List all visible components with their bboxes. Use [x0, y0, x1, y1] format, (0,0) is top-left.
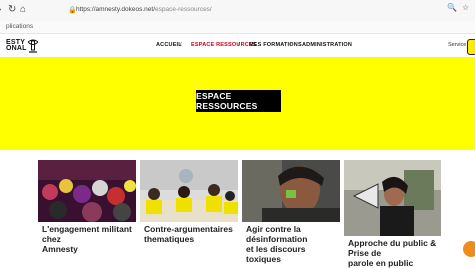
hero-title: ESPACE RESSOURCES — [196, 90, 281, 112]
service-link[interactable]: Service — [448, 42, 466, 48]
main-menu: ACCUEIL / ESPACE RESSOURCES / MES FORMAT… — [0, 42, 475, 52]
card-title[interactable]: Agir contre la désinformation et les disc… — [246, 224, 340, 264]
card-image-megaphone — [344, 160, 441, 236]
card-image-person — [242, 160, 340, 222]
browser-toolbar: › ↻ ⌂ 🔒 https://amnesty.dokeos.net/espac… — [0, 0, 475, 22]
resource-card[interactable]: Approche du public & Prise de parole en p… — [344, 160, 444, 268]
reload-icon[interactable]: ↻ — [8, 4, 16, 16]
card-image-crowd — [38, 160, 136, 222]
menu-separator: / — [238, 42, 240, 48]
resource-card[interactable]: Contre-argumentaires thematiques — [140, 160, 238, 244]
menu-item-espace-ressources[interactable]: ESPACE RESSOURCES — [191, 42, 257, 48]
forward-icon[interactable]: › — [0, 4, 1, 16]
resource-card[interactable]: L'engagement militant chez Amnesty — [38, 160, 136, 254]
zoom-icon[interactable]: 🔍 — [447, 3, 457, 12]
card-title[interactable]: Contre-argumentaires thematiques — [144, 224, 233, 244]
menu-separator: / — [290, 42, 292, 48]
menu-item-mes-formations[interactable]: MES FORMATIONS — [249, 42, 302, 48]
bookmark-applications[interactable]: plications — [6, 23, 33, 30]
menu-item-accueil[interactable]: ACCUEIL — [156, 42, 182, 48]
card-title[interactable]: L'engagement militant chez Amnesty — [42, 224, 136, 254]
menu-item-administration[interactable]: ADMINISTRATION — [302, 42, 352, 48]
card-image-meeting — [140, 160, 238, 222]
card-title[interactable]: Approche du public & Prise de parole en p… — [348, 238, 444, 268]
user-avatar[interactable] — [467, 39, 475, 55]
home-icon[interactable]: ⌂ — [20, 4, 26, 16]
site-header: ESTY ONAL ACCUEIL / ESPACE RESSOURCES / … — [0, 34, 475, 59]
url-text: https://amnesty.dokeos.net/espace-ressou… — [76, 6, 212, 13]
resource-card[interactable]: Agir contre la désinformation et les disc… — [242, 160, 340, 264]
star-icon[interactable]: ☆ — [462, 3, 469, 12]
bookmarks-bar: plications — [0, 22, 475, 34]
hero-banner: ESPACE RESSOURCES — [0, 57, 475, 150]
menu-separator: / — [180, 42, 182, 48]
